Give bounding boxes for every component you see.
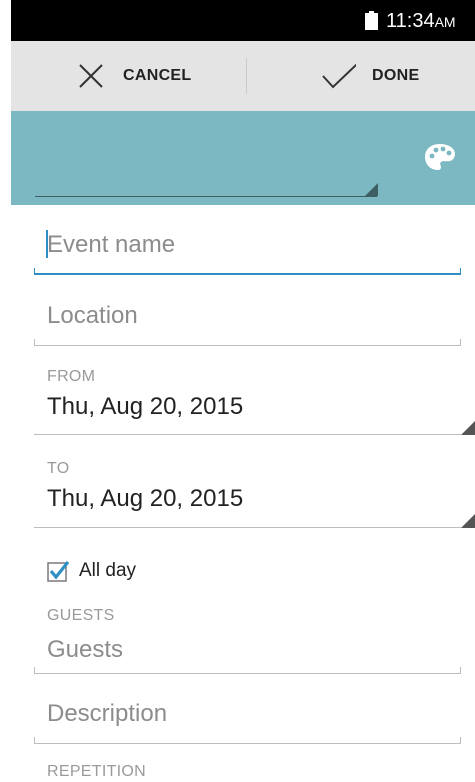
spinner-corner-icon [365,183,378,196]
from-caption: FROM [47,368,96,385]
event-name-underline [34,273,461,275]
from-date-spinner[interactable]: FROM Thu, Aug 20, 2015 [34,364,475,438]
palette-icon[interactable] [424,143,456,171]
all-day-label: All day [79,560,137,581]
action-divider [246,58,247,94]
to-date-spinner[interactable]: TO Thu, Aug 20, 2015 [34,456,475,530]
status-ampm: AM [434,14,456,30]
action-bar: CANCEL DONE [11,41,475,112]
all-day-checkbox[interactable] [47,560,69,582]
color-spinner-underline [35,196,377,197]
repetition-field[interactable]: REPETITION [34,762,461,782]
description-underline [34,743,461,744]
description-placeholder: Description [47,700,168,727]
status-bar: 11:34AM [11,0,475,41]
check-icon [322,63,356,89]
guests-underline [34,673,461,674]
from-underline [34,434,461,435]
repetition-caption: REPETITION [47,763,147,780]
event-editor-screen: 11:34AM CANCEL DONE Event name Location … [11,0,475,782]
event-name-placeholder: Event name [47,231,176,258]
to-underline [34,527,461,528]
cancel-button[interactable]: CANCEL [75,41,191,111]
description-field[interactable]: Description [34,692,461,748]
battery-icon [365,11,378,30]
event-color-spinner[interactable] [35,111,379,205]
guests-caption: GUESTS [47,607,115,624]
to-caption: TO [47,460,70,477]
spinner-corner-icon [461,514,475,528]
done-button[interactable]: DONE [318,41,419,111]
from-date-value: Thu, Aug 20, 2015 [47,393,244,420]
event-color-bar [11,111,475,205]
to-date-value: Thu, Aug 20, 2015 [47,485,244,512]
guests-field[interactable]: GUESTS Guests [34,604,461,678]
status-clock: 11:34 [386,10,435,32]
all-day-row[interactable]: All day [47,556,136,586]
cancel-label: CANCEL [123,67,192,84]
event-name-field[interactable]: Event name [34,222,461,278]
status-time: 11:34AM [386,9,456,34]
location-underline [34,345,461,346]
location-field[interactable]: Location [34,294,461,350]
spinner-corner-icon [461,421,475,435]
location-placeholder: Location [47,302,138,329]
guests-placeholder: Guests [47,636,124,663]
close-icon [79,64,103,88]
done-label: DONE [372,67,420,84]
